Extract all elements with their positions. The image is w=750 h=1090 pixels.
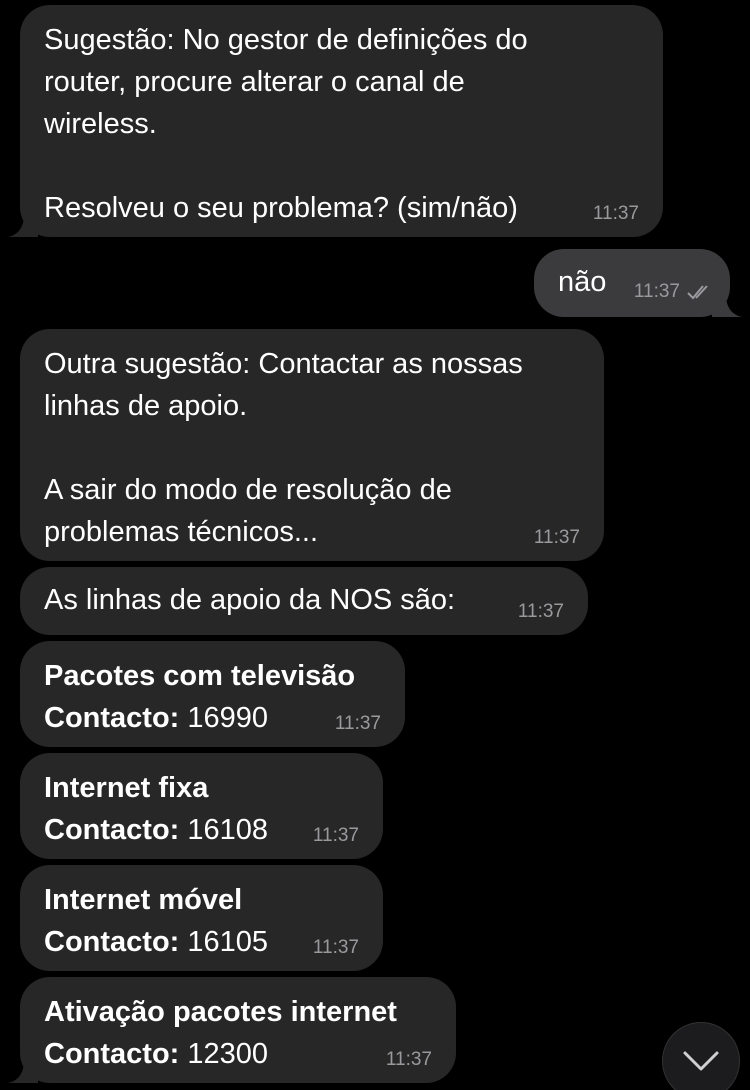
contact-label: Contacto: <box>44 926 180 958</box>
message-bubble-incoming[interactable]: Internet fixa Contacto: 16108 11:37 <box>20 753 383 859</box>
bubble-tail <box>8 215 38 237</box>
message-time: 11:37 <box>334 713 381 734</box>
message-text: Ativação pacotes internet Contacto: 1230… <box>44 991 432 1075</box>
message-time: 11:37 <box>592 203 639 224</box>
bubble-tail <box>8 1061 38 1083</box>
contact-number[interactable]: 16105 <box>187 926 268 958</box>
contact-label: Contacto: <box>44 1038 180 1070</box>
message-text: Internet fixa Contacto: 16108 <box>44 767 359 851</box>
message-text: As linhas de apoio da NOS são: <box>44 584 456 616</box>
message-text: Pacotes com televisão Contacto: 16990 <box>44 655 381 739</box>
message-time: 11:37 <box>312 825 359 846</box>
message-bubble-outgoing[interactable]: não 11:37 <box>534 249 742 317</box>
contact-number[interactable]: 12300 <box>187 1038 268 1070</box>
message-bubble-incoming[interactable]: As linhas de apoio da NOS são: 11:37 <box>20 567 588 635</box>
chevron-down-icon <box>683 1051 719 1071</box>
contact-number[interactable]: 16108 <box>187 814 268 846</box>
message-bubble-incoming[interactable]: Sugestão: No gestor de definições do rou… <box>8 5 663 237</box>
contact-label: Contacto: <box>44 702 180 734</box>
message-time: 11:37 <box>312 937 359 958</box>
contact-label: Contacto: <box>44 814 180 846</box>
message-text: Outra sugestão: Contactar as nossas linh… <box>44 348 523 548</box>
contact-title: Internet fixa <box>44 772 209 804</box>
chat-view: Sugestão: No gestor de definições do rou… <box>0 0 750 1090</box>
message-bubble-incoming[interactable]: Pacotes com televisão Contacto: 16990 11… <box>20 641 405 747</box>
read-checkmarks-icon <box>687 285 708 300</box>
bubble-tail <box>712 295 742 317</box>
message-time: 11:37 <box>385 1049 432 1070</box>
scroll-to-bottom-button[interactable] <box>662 1022 740 1090</box>
contact-title: Ativação pacotes internet <box>44 996 397 1028</box>
message-text: Sugestão: No gestor de definições do rou… <box>44 24 528 224</box>
contact-number[interactable]: 16990 <box>187 702 268 734</box>
message-bubble-incoming[interactable]: Ativação pacotes internet Contacto: 1230… <box>8 977 456 1083</box>
contact-title: Pacotes com televisão <box>44 660 356 692</box>
message-text: Internet móvel Contacto: 16105 <box>44 879 359 963</box>
message-time: 11:37 <box>634 281 712 303</box>
message-bubble-incoming[interactable]: Outra sugestão: Contactar as nossas linh… <box>20 329 604 561</box>
message-bubble-incoming[interactable]: Internet móvel Contacto: 16105 11:37 <box>20 865 383 971</box>
contact-title: Internet móvel <box>44 884 243 916</box>
message-time: 11:37 <box>517 601 564 622</box>
message-time: 11:37 <box>533 527 580 548</box>
